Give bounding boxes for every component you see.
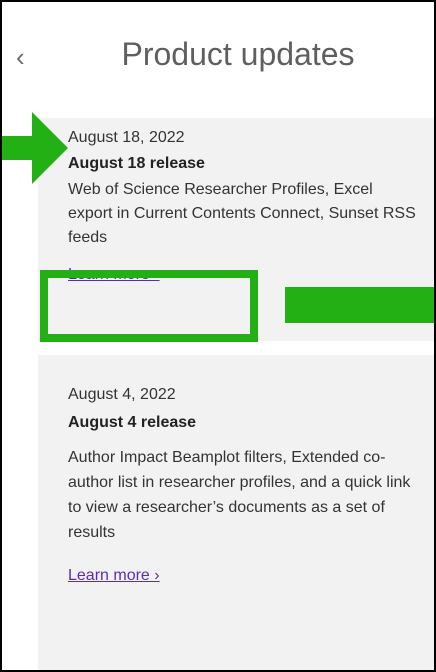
update-date: August 4, 2022: [68, 386, 176, 403]
highlight-box: [40, 270, 258, 342]
page-header: ‹ Product updates: [2, 2, 434, 112]
page-title: Product updates: [121, 36, 355, 72]
update-description: Web of Science Researcher Profiles, Exce…: [68, 181, 416, 246]
app-frame: ‹ Product updates August 18, 2022 August…: [0, 0, 436, 672]
update-date: August 18, 2022: [68, 129, 185, 146]
update-card: August 4, 2022 August 4 release Author I…: [38, 355, 434, 670]
update-title: August 18 release: [68, 155, 205, 172]
arrow-right-icon: [2, 112, 68, 184]
learn-more-link[interactable]: Learn more ›: [68, 565, 160, 587]
update-description: Author Impact Beamplot filters, Extended…: [68, 449, 411, 541]
highlight-bar: [285, 287, 434, 323]
update-title: August 4 release: [68, 414, 197, 431]
